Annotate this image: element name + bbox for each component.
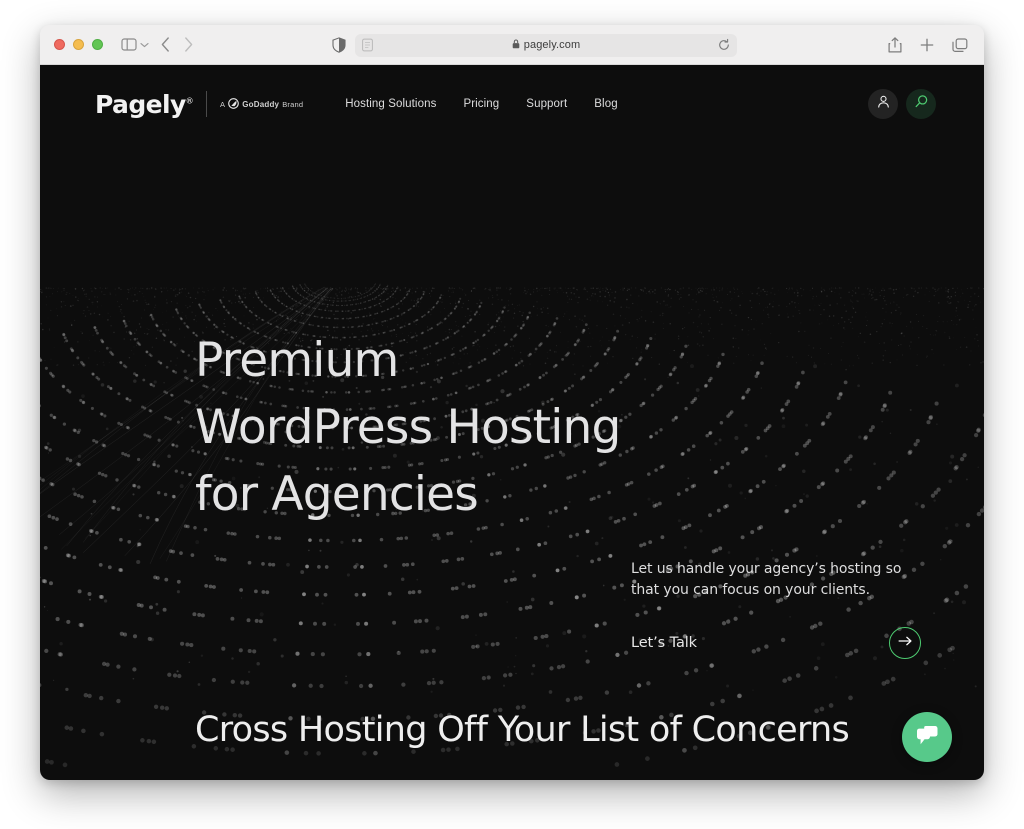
sidebar-controls — [121, 38, 149, 51]
brand-lockup[interactable]: Pagely® A GoDaddy Brand — [95, 90, 303, 119]
search-button[interactable] — [906, 89, 936, 119]
site-header: Pagely® A GoDaddy Brand Hosting Solution… — [40, 65, 984, 143]
header-actions — [868, 89, 936, 119]
account-button[interactable] — [868, 89, 898, 119]
browser-toolbar-right — [888, 25, 968, 65]
chat-widget-button[interactable] — [902, 712, 952, 762]
brand-divider — [206, 91, 207, 117]
minimize-window-button[interactable] — [73, 39, 84, 50]
nav-item-pricing[interactable]: Pricing — [463, 98, 499, 110]
chat-bubbles-icon — [914, 723, 940, 752]
sidebar-icon[interactable] — [121, 38, 137, 51]
godaddy-brand-tagline: A GoDaddy Brand — [220, 98, 303, 111]
pagely-logo[interactable]: Pagely® — [95, 90, 193, 119]
plus-icon[interactable] — [920, 38, 934, 52]
cta-arrow-button[interactable] — [889, 627, 921, 659]
navigation-buttons — [161, 37, 193, 52]
nav-item-blog[interactable]: Blog — [594, 98, 617, 110]
page-viewport: Pagely® A GoDaddy Brand Hosting Solution… — [40, 65, 984, 780]
lock-icon — [512, 39, 520, 52]
hero-cta-block: Let us handle your agency’s hosting so t… — [631, 559, 921, 659]
main-navigation: Hosting Solutions Pricing Support Blog — [345, 98, 617, 110]
close-window-button[interactable] — [54, 39, 65, 50]
address-bar-zone: pagely.com — [332, 25, 737, 65]
reader-view-icon[interactable] — [362, 39, 373, 52]
url-text: pagely.com — [524, 39, 580, 51]
browser-window: pagely.com Pagely® A GoDaddy Brand Hosti… — [40, 25, 984, 780]
section-title: Cross Hosting Off Your List of Concerns — [195, 710, 849, 750]
address-bar-content: pagely.com — [512, 39, 580, 52]
godaddy-logo-icon — [228, 98, 239, 111]
hero-subtext-line-1: Let us handle your agency’s hosting so — [631, 561, 901, 577]
back-button[interactable] — [161, 37, 170, 52]
browser-titlebar: pagely.com — [40, 25, 984, 65]
hero-heading: Premium WordPress Hosting for Agencies — [195, 327, 621, 528]
hero-subtext: Let us handle your agency’s hosting so t… — [631, 559, 921, 601]
forward-button[interactable] — [184, 37, 193, 52]
logo-wordmark: Pagely — [95, 90, 186, 119]
nav-item-hosting-solutions[interactable]: Hosting Solutions — [345, 98, 436, 110]
maximize-window-button[interactable] — [92, 39, 103, 50]
tagline-prefix: A — [220, 100, 225, 109]
hero-heading-line-1: Premium — [195, 327, 621, 394]
hero-subtext-line-2: that you can focus on your clients. — [631, 582, 870, 598]
account-icon — [876, 94, 891, 114]
lets-talk-link[interactable]: Let’s Talk — [631, 635, 697, 651]
cta-row: Let’s Talk — [631, 627, 921, 659]
tabs-overview-icon[interactable] — [952, 38, 968, 53]
tagline-suffix: Brand — [282, 100, 303, 109]
search-icon — [914, 94, 929, 114]
share-icon[interactable] — [888, 37, 902, 53]
privacy-shield-icon[interactable] — [332, 37, 346, 53]
hero-heading-line-2: WordPress Hosting — [195, 394, 621, 461]
chevron-down-icon[interactable] — [140, 42, 149, 48]
hero-heading-line-3: for Agencies — [195, 461, 621, 528]
nav-item-support[interactable]: Support — [526, 98, 567, 110]
address-bar[interactable]: pagely.com — [355, 34, 737, 57]
godaddy-name: GoDaddy — [242, 100, 279, 109]
window-controls — [54, 39, 103, 50]
registered-mark: ® — [186, 96, 193, 105]
reload-icon[interactable] — [718, 39, 730, 52]
arrow-right-icon — [898, 634, 913, 652]
